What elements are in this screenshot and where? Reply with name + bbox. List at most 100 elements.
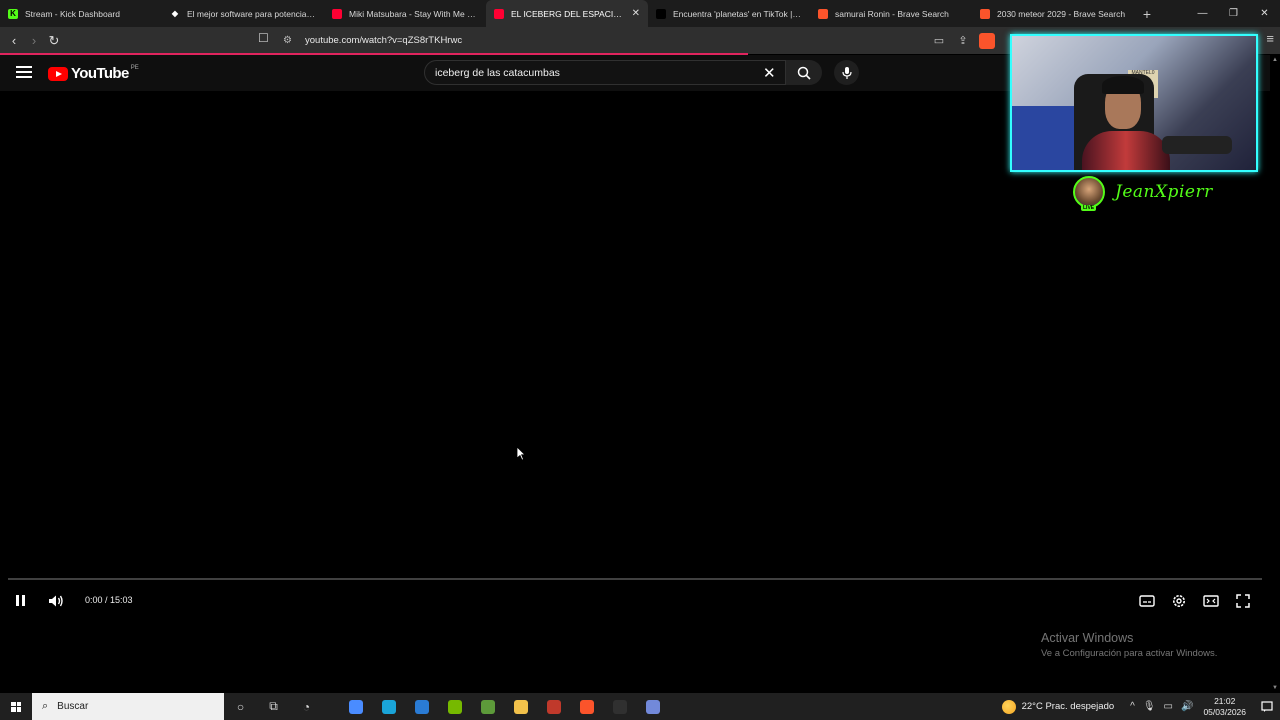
- url-bar[interactable]: ⚙ youtube.com/watch?v=qZS8rTKHrwc: [283, 30, 1003, 51]
- brave-shield-icon[interactable]: [978, 30, 996, 50]
- weather-widget[interactable]: 22°C Prac. despejado: [1001, 699, 1115, 714]
- browser-tab[interactable]: ◆ El mejor software para potenciar tu s: [162, 0, 324, 27]
- tab-favicon-icon: [494, 8, 504, 19]
- files-icon: [513, 699, 528, 714]
- microphone-icon: [841, 66, 852, 79]
- browser-tab[interactable]: Miki Matsubara - Stay With Me HD (: [324, 0, 486, 27]
- speedometer-icon[interactable]: ◔: [290, 693, 323, 720]
- webcam-shirt: [1082, 131, 1170, 170]
- search-query: iceberg de las catacumbas: [435, 66, 560, 79]
- obs-app-icon[interactable]: [603, 693, 636, 720]
- edge-app-icon[interactable]: [372, 693, 405, 720]
- cast-icon[interactable]: ▭: [930, 30, 948, 50]
- speaker-icon[interactable]: 🔊: [1181, 701, 1193, 712]
- youtube-wordmark: YouTube: [71, 65, 129, 82]
- clock-time: 21:02: [1214, 695, 1236, 706]
- hamburger-menu-icon[interactable]: [16, 66, 32, 78]
- streamer-avatar: LIVE: [1073, 176, 1105, 211]
- page-scrollbar[interactable]: ▲ ▼: [1270, 55, 1280, 693]
- scroll-down-icon[interactable]: ▼: [1272, 685, 1278, 691]
- app-red-blue-app-icon[interactable]: [537, 693, 570, 720]
- browser-tab[interactable]: EL ICEBERG DEL ESPACIO EXPLIC ✕: [486, 0, 648, 27]
- youtube-logo[interactable]: YouTube PE: [48, 65, 139, 82]
- tab-favicon-icon: [980, 8, 990, 19]
- windows-logo-icon: [11, 701, 21, 712]
- tab-title: samurai Ronin - Brave Search: [835, 8, 949, 19]
- discord-icon: [645, 699, 660, 714]
- menu-icon[interactable]: ≡: [1266, 31, 1274, 46]
- pause-icon[interactable]: [14, 593, 28, 609]
- browser-tab[interactable]: ♪ Encuentra 'planetas' en TikTok | Busc: [648, 0, 810, 27]
- player-controls: 0:00 / 15:03: [0, 586, 1270, 616]
- network-icon[interactable]: ▭: [1164, 701, 1173, 712]
- tab-title: Encuentra 'planetas' en TikTok | Busc: [673, 8, 802, 19]
- browser-tab[interactable]: K Stream - Kick Dashboard: [0, 0, 162, 27]
- search-button[interactable]: [786, 60, 822, 85]
- streamer-name: JeanXpierr: [1115, 182, 1213, 202]
- watermark-subtitle: Ve a Configuración para activar Windows.: [1041, 648, 1218, 659]
- mail-icon: [414, 699, 429, 714]
- nvidia-app-icon[interactable]: [438, 693, 471, 720]
- time-display: 0:00 / 15:03: [85, 595, 133, 605]
- forward-icon[interactable]: ›: [24, 31, 44, 51]
- notifications-icon[interactable]: [1254, 693, 1280, 720]
- browser-tab[interactable]: samurai Ronin - Brave Search: [810, 0, 972, 27]
- back-icon[interactable]: ‹: [4, 31, 24, 51]
- edge-icon: [381, 699, 396, 714]
- weather-icon: [1001, 699, 1016, 714]
- pinned-apps: [339, 693, 669, 720]
- youtube-play-icon: [48, 66, 68, 81]
- cortana-icon[interactable]: ○: [224, 693, 257, 720]
- address-actions: ▭ ⇪: [930, 30, 996, 50]
- settings-gear-icon[interactable]: [1170, 592, 1188, 610]
- search-input[interactable]: iceberg de las catacumbas: [424, 60, 786, 85]
- minecraft-app-icon[interactable]: [471, 693, 504, 720]
- webcam-background: [1012, 106, 1082, 170]
- minimize-icon[interactable]: ―: [1187, 0, 1218, 27]
- window-controls: ― ❐ ✕: [1187, 0, 1280, 27]
- show-hidden-icons-icon[interactable]: ^: [1130, 701, 1135, 712]
- notification-bubble-icon: [1261, 700, 1273, 712]
- clock-date: 05/03/2026: [1203, 706, 1246, 717]
- search-icon: ⌕: [42, 700, 49, 712]
- microphone-tray-icon[interactable]: 🎙: [1143, 701, 1156, 712]
- weather-text: 22°C Prac. despejado: [1021, 701, 1115, 712]
- reload-icon[interactable]: ↻: [44, 31, 64, 51]
- volume-icon[interactable]: [47, 592, 65, 610]
- files-app-icon[interactable]: [504, 693, 537, 720]
- discord-app-icon[interactable]: [636, 693, 669, 720]
- store-app-icon[interactable]: [339, 693, 372, 720]
- fullscreen-icon[interactable]: [1234, 592, 1252, 610]
- close-window-icon[interactable]: ✕: [1249, 0, 1280, 27]
- brave-app-icon[interactable]: [570, 693, 603, 720]
- subtitles-icon[interactable]: [1138, 592, 1156, 610]
- close-tab-icon[interactable]: ✕: [632, 8, 640, 19]
- site-info-icon[interactable]: ⚙: [283, 35, 297, 46]
- start-button[interactable]: [0, 693, 32, 720]
- tab-favicon-icon: ◆: [171, 9, 179, 18]
- browser-tab[interactable]: 2030 meteor 2029 - Brave Search: [972, 0, 1134, 27]
- clock[interactable]: 21:02 05/03/2026: [1203, 696, 1246, 718]
- voice-search-button[interactable]: [834, 60, 859, 85]
- restore-icon[interactable]: ❐: [1218, 0, 1249, 27]
- tab-title: Miki Matsubara - Stay With Me HD (: [349, 8, 478, 19]
- tab-favicon-icon: [818, 8, 828, 19]
- new-tab-button[interactable]: +: [1134, 0, 1160, 27]
- url-text: youtube.com/watch?v=qZS8rTKHrwc: [305, 35, 463, 46]
- browser-tab-strip: K Stream - Kick Dashboard ◆ El mejor softwa…: [0, 0, 1280, 27]
- scroll-up-icon[interactable]: ▲: [1272, 57, 1278, 63]
- obs-icon: [612, 699, 627, 714]
- bookmark-icon[interactable]: ☐: [258, 31, 269, 45]
- watermark-title: Activar Windows: [1041, 631, 1134, 645]
- activate-windows-watermark: Activar Windows Ve a Configuración para …: [1041, 631, 1217, 659]
- webcam-microphone: [1162, 136, 1232, 154]
- task-view-icon[interactable]: ⧉: [257, 693, 290, 720]
- clear-search-icon[interactable]: ✕: [763, 64, 776, 82]
- taskbar-search[interactable]: ⌕ Buscar: [32, 693, 224, 720]
- seek-bar[interactable]: [8, 578, 1262, 580]
- theater-mode-icon[interactable]: [1202, 592, 1220, 610]
- webcam-overlay: MANTEL0: [1010, 34, 1258, 172]
- share-icon[interactable]: ⇪: [954, 30, 972, 50]
- mail-app-icon[interactable]: [405, 693, 438, 720]
- streamer-badge: LIVE JeanXpierr: [1073, 176, 1213, 211]
